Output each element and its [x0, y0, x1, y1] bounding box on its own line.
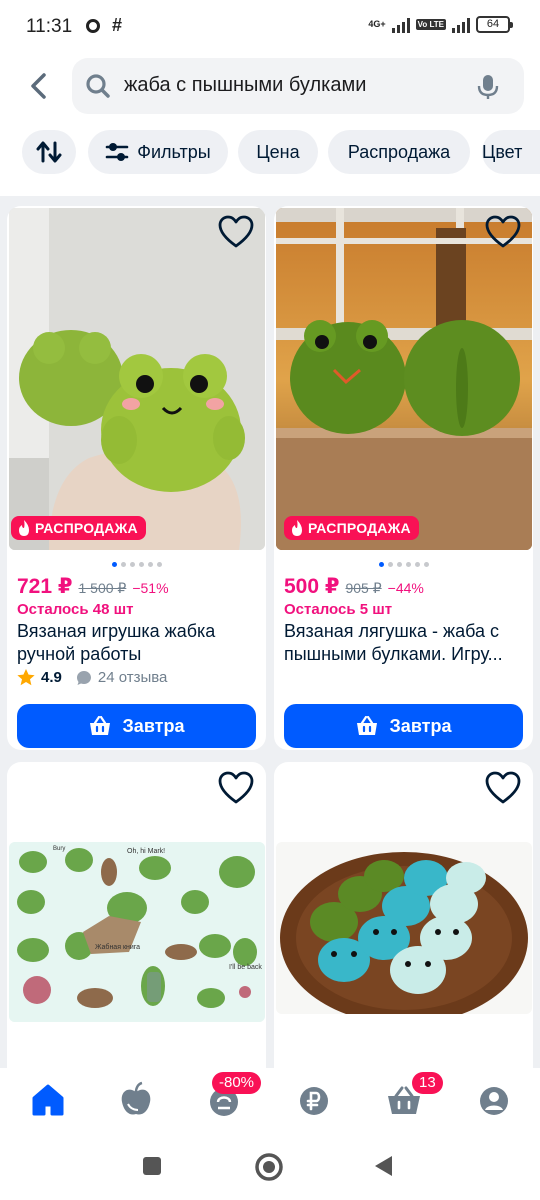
delivery-button-label: Завтра: [122, 715, 185, 736]
old-price: 1 500 ₽: [78, 580, 127, 596]
image-pager-dots: [112, 562, 162, 567]
nav-home[interactable]: [26, 1080, 70, 1120]
delivery-button[interactable]: Завтра: [284, 704, 523, 748]
sale-badge: РАСПРОДАЖА: [284, 516, 419, 540]
sort-button[interactable]: [22, 130, 76, 174]
system-navigation: [0, 1132, 540, 1200]
product-card[interactable]: [274, 762, 533, 1068]
microphone-icon[interactable]: [476, 73, 500, 101]
product-image[interactable]: [276, 842, 532, 1014]
product-title[interactable]: Вязаная лягушка - жаба с пышными булками…: [284, 620, 524, 666]
price-chip-label: Цена: [256, 141, 300, 162]
sort-icon: [36, 141, 62, 163]
back-button[interactable]: [22, 66, 58, 106]
notification-icon: [86, 19, 100, 33]
sticker-text: Bury: [53, 846, 66, 852]
status-time: 11:31: [26, 16, 73, 37]
ruble-icon: [300, 1087, 328, 1115]
price-row: 721 ₽ 1 500 ₽ −51%: [17, 574, 169, 599]
basket-icon: [356, 716, 377, 735]
sale-chip[interactable]: Распродажа: [328, 130, 470, 174]
sale-badge-label: РАСПРОДАЖА: [308, 520, 411, 536]
signal-icon: [391, 17, 410, 33]
sticker-text: Жабная книга: [95, 944, 141, 951]
home-icon: [32, 1084, 64, 1116]
price-chip[interactable]: Цена: [238, 130, 318, 174]
flame-icon: [292, 520, 302, 536]
product-grid: РАСПРОДАЖА 721 ₽ 1 500 ₽ −51% Осталось 4…: [0, 196, 540, 1068]
nav-cart[interactable]: 13: [382, 1072, 443, 1120]
price-row: 500 ₽ 905 ₽ −44%: [284, 574, 424, 599]
product-card[interactable]: РАСПРОДАЖА 500 ₽ 905 ₽ −44% Осталось 5 ш…: [274, 206, 533, 750]
battery-icon: 64: [476, 16, 513, 33]
hash-icon: #: [112, 15, 123, 35]
volte-badge: Vo LTE: [415, 19, 446, 30]
sale-badge: РАСПРОДАЖА: [11, 516, 146, 540]
sliders-icon: [105, 143, 129, 161]
product-image[interactable]: РАСПРОДАЖА: [9, 208, 265, 550]
promo-badge: -80%: [212, 1072, 262, 1094]
nav-fresh[interactable]: [114, 1080, 158, 1120]
nav-promo[interactable]: -80%: [202, 1072, 262, 1120]
current-price: 721 ₽: [17, 575, 73, 598]
back-triangle-icon[interactable]: [372, 1154, 396, 1178]
bottom-navigation: -80% 13: [0, 1068, 540, 1132]
discount: −44%: [387, 580, 424, 596]
search-query: жаба с пышными булками: [124, 74, 367, 96]
stock-left: Осталось 48 шт: [17, 601, 134, 618]
search-input[interactable]: жаба с пышными булками: [72, 58, 524, 114]
nav-finance[interactable]: [292, 1080, 336, 1120]
discount: −51%: [132, 580, 169, 596]
recent-apps-icon[interactable]: [140, 1154, 164, 1178]
color-chip[interactable]: Цвет: [482, 130, 540, 174]
rating-row[interactable]: 4.9 24 отзыва: [17, 669, 167, 686]
image-pager-dots: [379, 562, 429, 567]
apple-icon: [121, 1081, 151, 1115]
product-card[interactable]: Oh, hi Mark! Bury Жабная книга I'll be b…: [7, 762, 266, 1068]
color-chip-label: Цвет: [482, 141, 523, 162]
frog-toys-photo: [276, 208, 532, 550]
old-price: 905 ₽: [345, 580, 382, 596]
sale-badge-label: РАСПРОДАЖА: [35, 520, 138, 536]
product-image[interactable]: РАСПРОДАЖА: [276, 208, 532, 550]
status-bar: 11:31 # 4G+ Vo LTE 64: [0, 0, 540, 56]
frog-basket-photo: [276, 842, 532, 1014]
comment-icon: [76, 670, 91, 685]
sticker-text: Oh, hi Mark!: [127, 848, 166, 855]
basket-icon: [89, 716, 110, 735]
product-image[interactable]: Oh, hi Mark! Bury Жабная книга I'll be b…: [9, 842, 265, 1022]
rating-value: 4.9: [41, 669, 62, 686]
filters-label: Фильтры: [137, 141, 211, 162]
sale-chip-label: Распродажа: [347, 141, 451, 162]
star-icon: [17, 669, 35, 686]
nav-profile[interactable]: [472, 1080, 516, 1120]
filter-chips: Фильтры Цена Распродажа Цвет: [0, 130, 540, 176]
heart-icon[interactable]: [218, 215, 254, 249]
home-circle-icon[interactable]: [254, 1152, 284, 1182]
reviews-count: 24 отзыва: [97, 669, 168, 686]
heart-icon[interactable]: [485, 215, 521, 249]
flame-icon: [19, 520, 29, 536]
current-price: 500 ₽: [284, 575, 340, 598]
heart-icon[interactable]: [485, 771, 521, 805]
product-card[interactable]: РАСПРОДАЖА 721 ₽ 1 500 ₽ −51% Осталось 4…: [7, 206, 266, 750]
frog-toy-photo: [9, 208, 265, 550]
stock-left: Осталось 5 шт: [284, 601, 393, 618]
frog-stickers-photo: [9, 842, 265, 1022]
status-icons: 4G+ Vo LTE 64: [368, 16, 513, 33]
sticker-text: I'll be back: [229, 964, 262, 971]
heart-icon[interactable]: [218, 771, 254, 805]
profile-icon: [480, 1087, 508, 1115]
signal-icon-2: [452, 17, 470, 33]
filters-button[interactable]: Фильтры: [88, 130, 228, 174]
cart-badge: 13: [412, 1072, 443, 1094]
chevron-left-icon: [31, 73, 46, 99]
search-icon: [86, 74, 110, 98]
network-type: 4G+: [368, 19, 386, 29]
delivery-button-label: Завтра: [389, 715, 452, 736]
delivery-button[interactable]: Завтра: [17, 704, 256, 748]
product-title[interactable]: Вязаная игрушка жабка ручной работы: [17, 620, 257, 666]
